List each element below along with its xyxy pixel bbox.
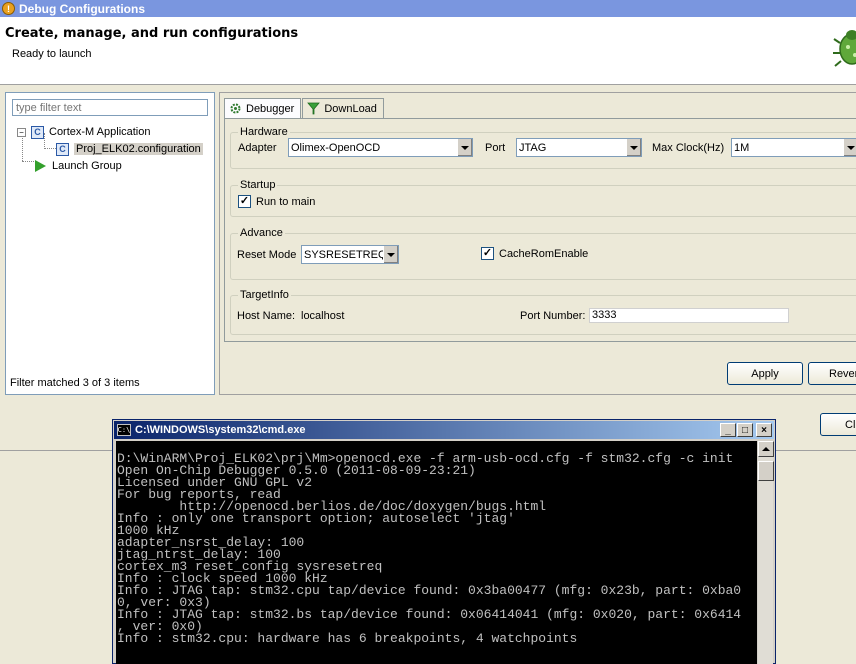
adapter-select[interactable]: Olimex-OpenOCD [288, 138, 473, 157]
cmd-icon: C:\ [117, 424, 131, 436]
console-line: Info : stm32.cpu: hardware has 6 breakpo… [117, 631, 578, 646]
configuration-editor-pane: Debugger DownLoad Hardware Adapter Olime… [219, 92, 856, 395]
port-label: Port [485, 142, 506, 154]
tree-item-launch-group[interactable]: Launch Group [35, 158, 122, 174]
chevron-down-icon[interactable] [457, 139, 472, 156]
console-line: Info : JTAG tap: stm32.cpu tap/device fo… [117, 583, 742, 598]
scrollbar-thumb[interactable] [758, 461, 774, 481]
reset-mode-select[interactable]: SYSRESETREQ [301, 245, 399, 264]
c-config-icon: C [56, 142, 69, 156]
cache-rom-enable-checkbox[interactable]: ✓ [481, 247, 494, 260]
close-icon[interactable]: × [756, 423, 772, 437]
configuration-tree-pane: − C Cortex-M Application C Proj_ELK02.co… [5, 92, 215, 395]
header-title: Create, manage, and run configurations [5, 26, 299, 41]
hardware-group: Hardware Adapter Olimex-OpenOCD Port JTA… [230, 126, 856, 169]
port-number-label: Port Number: [520, 310, 586, 322]
tab-download[interactable]: DownLoad [302, 98, 384, 118]
port-number-field[interactable]: 3333 [589, 308, 789, 323]
revert-button[interactable]: Rever [808, 362, 856, 385]
console-line: Info : only one transport option; autose… [117, 511, 515, 526]
debug-bug-icon [833, 30, 856, 67]
targetinfo-group-title: TargetInfo [238, 289, 291, 301]
tab-bar: Debugger DownLoad [224, 98, 385, 118]
targetinfo-group: TargetInfo Host Name: localhost Port Num… [230, 289, 856, 335]
debugger-tab-content: Hardware Adapter Olimex-OpenOCD Port JTA… [224, 118, 856, 342]
header-subtitle: Ready to launch [12, 48, 92, 60]
close-button[interactable]: Cl [820, 413, 856, 436]
host-name-label: Host Name: [237, 310, 296, 322]
cmd-window[interactable]: C:\ C:\WINDOWS\system32\cmd.exe _ □ × D:… [112, 419, 776, 664]
run-to-main-checkbox[interactable]: ✓ [238, 195, 251, 208]
console-line: Info : JTAG tap: stm32.bs tap/device fou… [117, 607, 742, 622]
cmd-title: C:\WINDOWS\system32\cmd.exe [135, 424, 306, 436]
advance-group-title: Advance [238, 227, 285, 239]
cmd-titlebar[interactable]: C:\ C:\WINDOWS\system32\cmd.exe _ □ × [114, 421, 774, 439]
adapter-value: Olimex-OpenOCD [291, 141, 381, 154]
tree-connector [44, 148, 56, 149]
tab-debugger[interactable]: Debugger [224, 98, 302, 118]
chevron-down-icon[interactable] [626, 139, 641, 156]
launch-group-icon [35, 160, 46, 172]
filter-status: Filter matched 3 of 3 items [10, 377, 140, 389]
debugger-gear-icon [229, 102, 242, 115]
port-value: JTAG [519, 141, 547, 154]
port-select[interactable]: JTAG [516, 138, 642, 157]
dialog-titlebar[interactable]: ! Debug Configurations [0, 0, 856, 17]
tree-item-cortex-m-application[interactable]: − C Cortex-M Application [17, 124, 151, 140]
console-scrollbar[interactable] [757, 441, 774, 664]
maximize-icon[interactable]: □ [737, 423, 753, 437]
collapse-icon[interactable]: − [17, 127, 26, 137]
tree-item-proj-elk02-configuration[interactable]: C Proj_ELK02.configuration [56, 141, 203, 157]
advance-group: Advance Reset Mode SYSRESETREQ ✓ CacheRo… [230, 227, 856, 280]
tree-item-label: Launch Group [52, 160, 122, 172]
scroll-up-icon[interactable] [758, 441, 774, 457]
dialog-title: Debug Configurations [19, 1, 145, 16]
max-clock-select[interactable]: 1M [731, 138, 856, 157]
tree-item-label: Proj_ELK02.configuration [74, 143, 203, 155]
dialog-header: Create, manage, and run configurations R… [0, 17, 856, 85]
chevron-down-icon[interactable] [383, 246, 398, 263]
reset-mode-label: Reset Mode [237, 249, 297, 261]
app-icon: ! [2, 2, 15, 15]
apply-button[interactable]: Apply [727, 362, 803, 385]
max-clock-label: Max Clock(Hz) [652, 142, 725, 154]
console-output[interactable]: D:\WinARM\Proj_ELK02\prj\Mm>openocd.exe … [116, 441, 757, 664]
minimize-icon[interactable]: _ [720, 423, 736, 437]
host-name-value: localhost [301, 310, 345, 322]
tab-label: Debugger [246, 102, 295, 115]
download-funnel-icon [307, 102, 321, 115]
cortex-m-config-icon: C [31, 125, 44, 139]
tree-item-label: Cortex-M Application [49, 126, 151, 138]
filter-input[interactable] [12, 99, 208, 116]
reset-mode-value: SYSRESETREQ [304, 248, 383, 261]
adapter-label: Adapter [238, 142, 277, 154]
cache-rom-enable-label: CacheRomEnable [499, 248, 589, 260]
tab-label: DownLoad [324, 102, 377, 115]
startup-group: Startup ✓ Run to main [230, 179, 856, 217]
max-clock-value: 1M [734, 141, 750, 154]
startup-group-title: Startup [238, 179, 278, 191]
hardware-group-title: Hardware [238, 126, 290, 138]
run-to-main-label: Run to main [256, 196, 316, 208]
tree-connector [22, 161, 36, 162]
chevron-down-icon[interactable] [843, 139, 856, 156]
